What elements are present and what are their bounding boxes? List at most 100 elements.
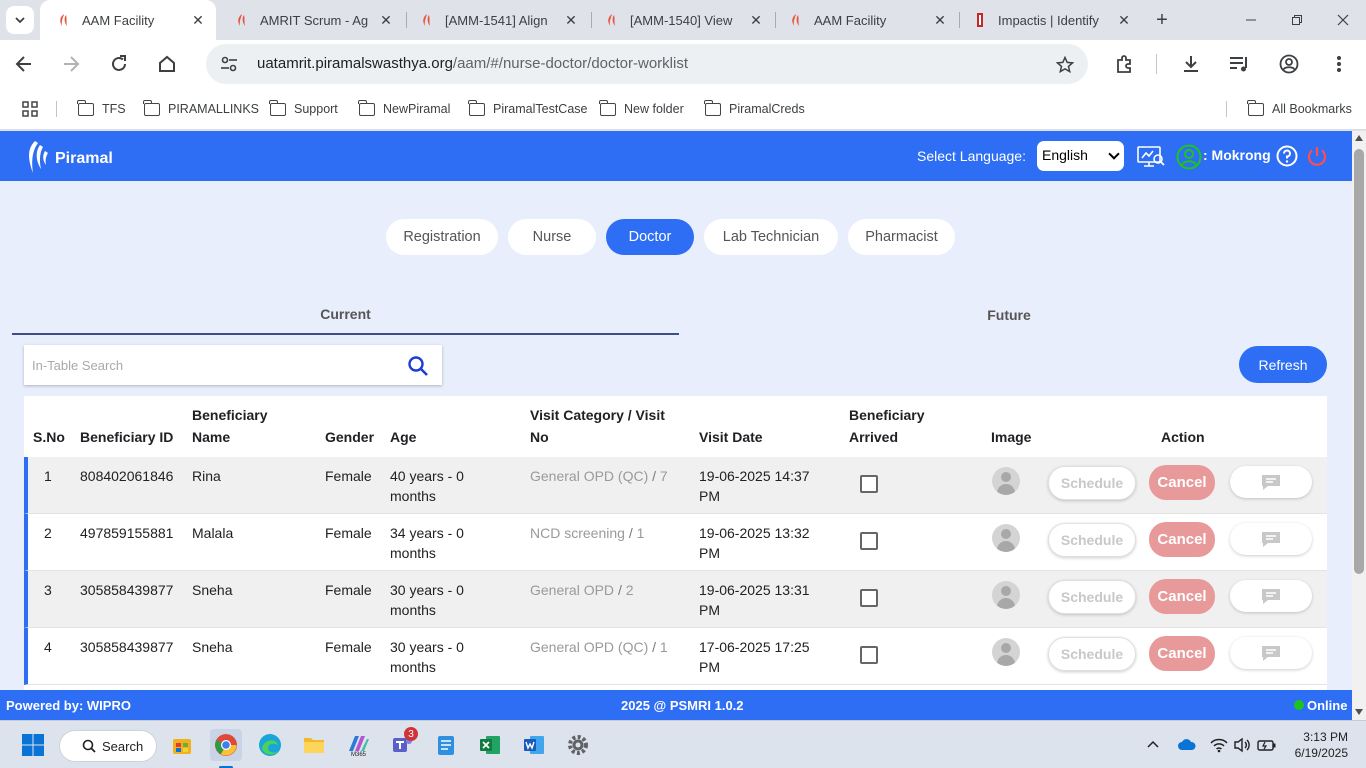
windows-start-button[interactable] bbox=[17, 729, 49, 761]
column-header-visit-date: Visit Date bbox=[699, 429, 763, 445]
scroll-up-icon[interactable] bbox=[1355, 135, 1363, 141]
bookmark-item[interactable]: TFS bbox=[77, 99, 126, 118]
cancel-button[interactable]: Cancel bbox=[1149, 579, 1215, 614]
role-tab-pharmacist[interactable]: Pharmacist bbox=[848, 219, 955, 255]
table-row[interactable]: 4 305858439877 Sneha Female 30 years - 0… bbox=[24, 628, 1327, 685]
extensions-button[interactable] bbox=[1108, 48, 1140, 80]
m365-app-icon[interactable]: M365 bbox=[342, 729, 374, 761]
back-button[interactable] bbox=[8, 48, 40, 80]
volume-icon[interactable] bbox=[1233, 737, 1251, 753]
tab-close-icon[interactable]: ✕ bbox=[376, 10, 396, 30]
download-icon bbox=[1184, 56, 1198, 72]
consult-chat-button[interactable] bbox=[1230, 580, 1312, 612]
bookmark-star-icon[interactable] bbox=[1056, 56, 1074, 74]
cell-line: 17-06-2025 17:25 bbox=[699, 639, 810, 655]
schedule-button[interactable]: Schedule bbox=[1048, 523, 1136, 557]
home-button[interactable] bbox=[151, 48, 183, 80]
cancel-button[interactable]: Cancel bbox=[1149, 636, 1215, 671]
file-explorer-app-icon[interactable] bbox=[298, 729, 330, 761]
onedrive-icon[interactable] bbox=[1177, 738, 1197, 752]
tab-close-icon[interactable]: ✕ bbox=[746, 10, 766, 30]
word-app-icon[interactable] bbox=[518, 729, 550, 761]
excel-app-icon[interactable] bbox=[474, 729, 506, 761]
cell-line: 30 years - 0 bbox=[390, 582, 464, 598]
refresh-button[interactable]: Refresh bbox=[1239, 346, 1327, 383]
wifi-icon[interactable] bbox=[1210, 737, 1228, 753]
chevron-up-icon[interactable] bbox=[1146, 739, 1160, 749]
store-app-icon[interactable] bbox=[166, 729, 198, 761]
forward-button[interactable] bbox=[55, 48, 87, 80]
table-row[interactable]: 1 808402061846 Rina Female 40 years - 0 m… bbox=[24, 457, 1327, 514]
tab-close-icon[interactable]: ✕ bbox=[188, 10, 208, 30]
folder-icon bbox=[77, 99, 94, 116]
schedule-button[interactable]: Schedule bbox=[1048, 466, 1136, 500]
search-icon[interactable] bbox=[407, 355, 429, 377]
tab-search-button[interactable] bbox=[6, 6, 34, 34]
consult-chat-button[interactable] bbox=[1230, 466, 1312, 498]
notepad-app-icon[interactable] bbox=[430, 729, 462, 761]
role-tab-registration[interactable]: Registration bbox=[386, 219, 498, 255]
bookmark-item[interactable]: New folder bbox=[599, 99, 684, 118]
bookmark-item[interactable]: NewPiramal bbox=[358, 99, 450, 118]
settings-app-icon[interactable] bbox=[562, 729, 594, 761]
cancel-button[interactable]: Cancel bbox=[1149, 465, 1215, 500]
media-button[interactable] bbox=[1223, 48, 1255, 80]
browser-tab[interactable]: Impactis | Identify ✕ bbox=[956, 0, 1142, 40]
tab-future[interactable]: Future bbox=[679, 295, 1339, 335]
chrome-app-icon[interactable] bbox=[210, 729, 242, 761]
minimize-button[interactable] bbox=[1228, 0, 1274, 40]
beneficiary-arrived-checkbox[interactable] bbox=[860, 475, 878, 493]
apps-button[interactable] bbox=[22, 100, 38, 118]
edge-app-icon[interactable] bbox=[254, 729, 286, 761]
restore-button[interactable] bbox=[1274, 0, 1320, 40]
table-row[interactable]: 3 305858439877 Sneha Female 30 years - 0… bbox=[24, 571, 1327, 628]
help-icon[interactable] bbox=[1276, 145, 1298, 167]
taskbar-search[interactable]: Search bbox=[59, 730, 157, 762]
language-select[interactable]: English bbox=[1037, 141, 1124, 171]
schedule-button[interactable]: Schedule bbox=[1048, 637, 1136, 671]
scroll-down-icon[interactable] bbox=[1355, 709, 1363, 715]
browser-tab[interactable]: [AMM-1541] Align ✕ bbox=[403, 0, 589, 40]
scrollbar-thumb[interactable] bbox=[1354, 149, 1364, 574]
close-window-button[interactable] bbox=[1320, 0, 1366, 40]
browser-tab[interactable]: AMRIT Scrum - Ag ✕ bbox=[218, 0, 404, 40]
downloads-button[interactable] bbox=[1175, 48, 1207, 80]
beneficiary-arrived-checkbox[interactable] bbox=[860, 589, 878, 607]
bookmark-item[interactable]: PiramalTestCase bbox=[468, 99, 587, 118]
role-tab-nurse[interactable]: Nurse bbox=[508, 219, 596, 255]
taskbar-clock[interactable]: 3:13 PM 6/19/2025 bbox=[1290, 729, 1348, 761]
in-table-search-input[interactable]: In-Table Search bbox=[24, 345, 442, 385]
all-bookmarks[interactable]: All Bookmarks bbox=[1247, 99, 1352, 118]
user-avatar-icon[interactable] bbox=[1176, 144, 1202, 170]
cancel-button[interactable]: Cancel bbox=[1149, 522, 1215, 557]
bookmark-item[interactable]: PiramalCreds bbox=[704, 99, 805, 118]
browser-tab[interactable]: AAM Facility ✕ bbox=[40, 0, 216, 40]
schedule-button[interactable]: Schedule bbox=[1048, 580, 1136, 614]
monitor-analytics-icon[interactable] bbox=[1136, 144, 1166, 170]
battery-icon[interactable] bbox=[1257, 737, 1277, 753]
address-bar[interactable]: uatamrit.piramalswasthya.org/aam/#/nurse… bbox=[206, 44, 1088, 84]
role-tab-doctor[interactable]: Doctor bbox=[606, 219, 694, 255]
consult-chat-button[interactable] bbox=[1230, 637, 1312, 669]
tab-close-icon[interactable]: ✕ bbox=[930, 10, 950, 30]
visit-separator: / bbox=[617, 582, 622, 598]
bookmark-item[interactable]: PIRAMALLINKS bbox=[143, 99, 259, 118]
page-scrollbar[interactable] bbox=[1352, 131, 1366, 720]
reload-button[interactable] bbox=[103, 48, 135, 80]
new-tab-button[interactable]: + bbox=[1150, 8, 1174, 32]
browser-tab[interactable]: [AMM-1540] View ✕ bbox=[588, 0, 774, 40]
cell-beneficiary-id: 305858439877 bbox=[80, 582, 174, 598]
profile-button[interactable] bbox=[1273, 48, 1305, 80]
tab-current[interactable]: Current bbox=[12, 295, 679, 335]
browser-tab[interactable]: AAM Facility ✕ bbox=[772, 0, 958, 40]
tab-close-icon[interactable]: ✕ bbox=[1114, 10, 1134, 30]
power-logout-icon[interactable] bbox=[1306, 145, 1328, 167]
consult-chat-button[interactable] bbox=[1230, 523, 1312, 555]
bookmark-item[interactable]: Support bbox=[269, 99, 338, 118]
role-tab-lab-technician[interactable]: Lab Technician bbox=[704, 219, 838, 255]
tab-close-icon[interactable]: ✕ bbox=[561, 10, 581, 30]
beneficiary-arrived-checkbox[interactable] bbox=[860, 646, 878, 664]
beneficiary-arrived-checkbox[interactable] bbox=[860, 532, 878, 550]
table-row[interactable]: 2 497859155881 Malala Female 34 years - … bbox=[24, 514, 1327, 571]
menu-button[interactable] bbox=[1323, 48, 1355, 80]
